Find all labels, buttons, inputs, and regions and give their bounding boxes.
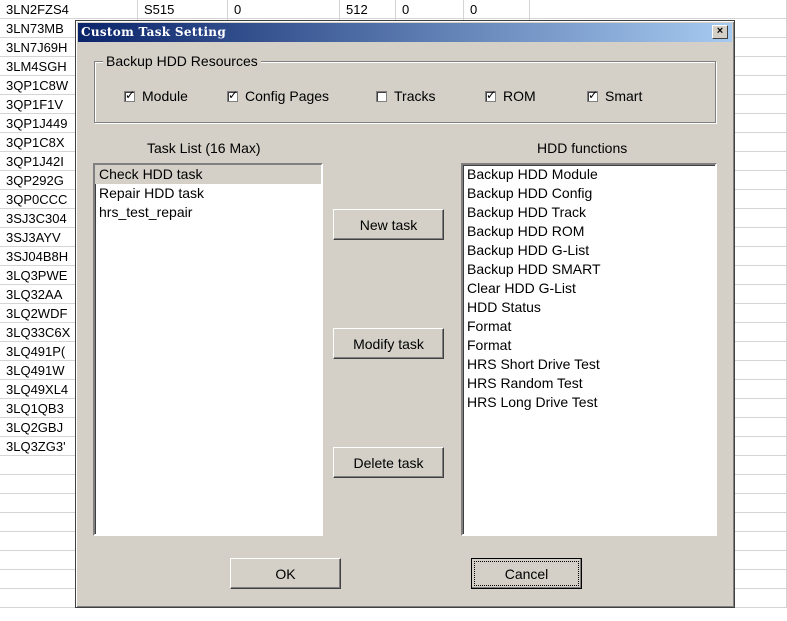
- hdd-functions-label: HDD functions: [537, 140, 628, 156]
- hdd-function-item[interactable]: Format: [463, 317, 715, 336]
- checkbox-rom-label: ROM: [503, 88, 536, 104]
- sheet-cell[interactable]: 3LN2FZS4: [0, 0, 138, 19]
- hdd-function-item[interactable]: HDD Status: [463, 298, 715, 317]
- checkmark-icon: ✓: [125, 87, 136, 102]
- hdd-function-item[interactable]: HRS Short Drive Test: [463, 355, 715, 374]
- checkmark-icon: ✓: [486, 87, 497, 102]
- backup-resources-label: Backup HDD Resources: [103, 53, 261, 69]
- task-list-item[interactable]: hrs_test_repair: [95, 203, 321, 222]
- checkbox-smart-label: Smart: [605, 88, 643, 104]
- hdd-function-item[interactable]: HRS Random Test: [463, 374, 715, 393]
- checkbox-config-pages-box[interactable]: ✓: [227, 87, 239, 102]
- ok-button[interactable]: OK: [230, 558, 341, 589]
- dialog-title: Custom Task Setting: [81, 25, 227, 39]
- checkbox-tracks-box[interactable]: [376, 90, 387, 102]
- new-task-button[interactable]: New task: [333, 209, 444, 240]
- checkbox-smart-box[interactable]: ✓: [587, 87, 599, 102]
- hdd-function-item[interactable]: Backup HDD ROM: [463, 222, 715, 241]
- checkbox-module-box[interactable]: ✓: [124, 87, 136, 102]
- delete-task-button[interactable]: Delete task: [333, 447, 444, 478]
- sheet-cell[interactable]: 0: [228, 0, 340, 19]
- checkbox-config-pages[interactable]: ✓ Config Pages: [227, 88, 329, 104]
- hdd-function-item[interactable]: Backup HDD SMART: [463, 260, 715, 279]
- sheet-cell[interactable]: 512: [340, 0, 396, 19]
- sheet-cell[interactable]: S515: [138, 0, 228, 19]
- hdd-function-item[interactable]: Clear HDD G-List: [463, 279, 715, 298]
- sheet-cell[interactable]: [530, 0, 787, 19]
- checkbox-smart[interactable]: ✓ Smart: [587, 88, 642, 104]
- checkbox-module-label: Module: [142, 88, 188, 104]
- hdd-function-item[interactable]: Backup HDD G-List: [463, 241, 715, 260]
- sheet-cell[interactable]: 0: [396, 0, 464, 19]
- modify-task-button[interactable]: Modify task: [333, 328, 444, 359]
- checkbox-rom[interactable]: ✓ ROM: [485, 88, 536, 104]
- sheet-row: 3LN2FZS4 S515 0 512 0 0: [0, 0, 787, 19]
- checkmark-icon: ✓: [588, 87, 599, 102]
- checkbox-rom-box[interactable]: ✓: [485, 87, 497, 102]
- checkbox-tracks[interactable]: Tracks: [376, 88, 435, 104]
- task-list-label: Task List (16 Max): [147, 140, 261, 156]
- hdd-function-item[interactable]: HRS Long Drive Test: [463, 393, 715, 412]
- hdd-function-item[interactable]: Backup HDD Config: [463, 184, 715, 203]
- close-icon: ×: [716, 25, 724, 37]
- dialog-titlebar[interactable]: Custom Task Setting ×: [78, 23, 732, 42]
- sheet-cell[interactable]: 0: [464, 0, 530, 19]
- backup-resources-group: Backup HDD Resources ✓ Module ✓ Config P…: [94, 53, 716, 123]
- hdd-function-item[interactable]: Format: [463, 336, 715, 355]
- hdd-function-item[interactable]: Backup HDD Module: [463, 165, 715, 184]
- custom-task-setting-dialog: Custom Task Setting × Backup HDD Resourc…: [75, 20, 735, 608]
- hdd-function-item[interactable]: Backup HDD Track: [463, 203, 715, 222]
- close-button[interactable]: ×: [712, 25, 728, 39]
- task-list-item[interactable]: Check HDD task: [95, 165, 321, 184]
- task-list-item[interactable]: Repair HDD task: [95, 184, 321, 203]
- checkbox-config-pages-label: Config Pages: [245, 88, 330, 104]
- task-list-box[interactable]: Check HDD task Repair HDD task hrs_test_re…: [93, 163, 323, 536]
- checkbox-tracks-label: Tracks: [394, 88, 436, 104]
- cancel-button[interactable]: Cancel: [471, 558, 582, 589]
- checkmark-icon: ✓: [228, 87, 239, 102]
- checkbox-module[interactable]: ✓ Module: [124, 88, 188, 104]
- hdd-functions-list-box[interactable]: Backup HDD Module Backup HDD Config Backup…: [461, 163, 717, 536]
